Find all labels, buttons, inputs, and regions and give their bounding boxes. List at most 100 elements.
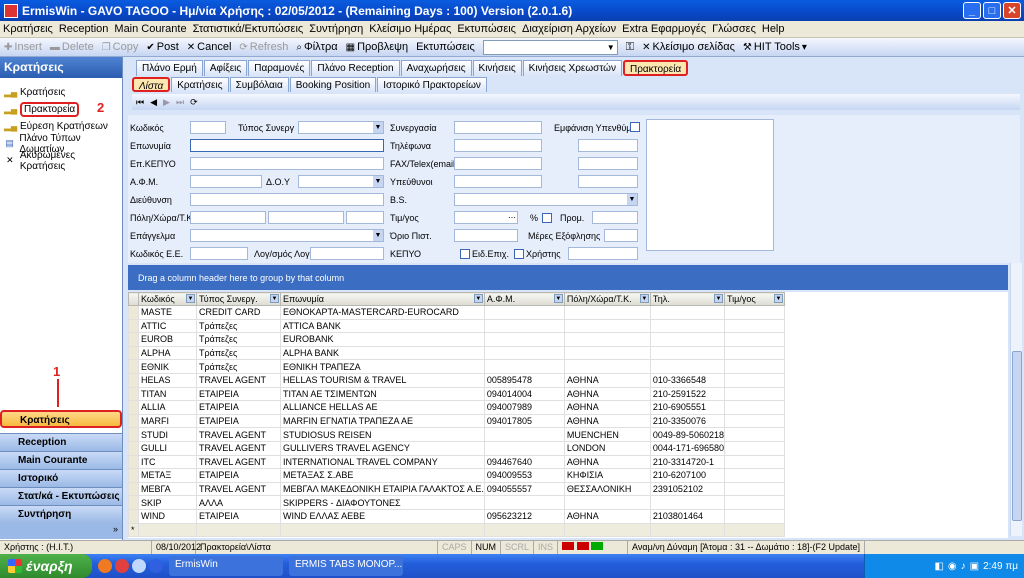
table-cell[interactable]: 094007989 bbox=[483, 400, 565, 415]
prom-field[interactable] bbox=[592, 211, 638, 224]
refresh-button[interactable]: ⟳ Refresh bbox=[239, 41, 288, 53]
close-page-button[interactable]: ✕ Κλείσιμο σελίδας bbox=[642, 41, 735, 53]
table-row[interactable]: TITAN ΕΤΑΙΡΕΙΑ ΤΙΤΑΝ ΑΕ ΤΣΙΜΕΝΤΩΝ 094014004… bbox=[128, 386, 785, 402]
menu-item-diaxeirisi[interactable]: Διαχείριση Αρχείων bbox=[522, 23, 616, 35]
table-cell[interactable]: TRAVEL AGENT bbox=[196, 372, 281, 388]
table-cell[interactable]: CREDIT CARD bbox=[196, 305, 281, 320]
table-cell[interactable] bbox=[723, 508, 785, 524]
table-cell[interactable]: 0049-89-5060218 bbox=[649, 427, 725, 442]
table-cell[interactable]: ΤΙΤΑΝ ΑΕ ΤΣΙΜΕΝΤΩΝ bbox=[280, 386, 485, 402]
table-cell[interactable] bbox=[649, 345, 725, 361]
table-cell[interactable]: MUENCHEN bbox=[563, 427, 651, 442]
table-cell[interactable]: 210-6905551 bbox=[649, 400, 725, 415]
table-cell[interactable]: TITAN bbox=[138, 386, 197, 402]
chevron-down-icon[interactable]: ▼ bbox=[713, 294, 723, 303]
table-cell[interactable]: 094055557 bbox=[483, 481, 565, 497]
table-cell[interactable]: ΜΕΤΑΞ bbox=[138, 468, 197, 483]
table-cell[interactable] bbox=[483, 332, 565, 347]
table-cell[interactable]: 005895478 bbox=[483, 372, 565, 388]
table-row[interactable]: WIND ΕΤΑΙΡΕΙΑ WIND ΕΛΛΑΣ ΑΕΒΕ 095623212 ΑΘΗΝ… bbox=[128, 508, 785, 524]
table-cell[interactable]: ALLIA bbox=[138, 400, 197, 415]
start-button[interactable]: έναρξη bbox=[0, 554, 92, 578]
table-cell[interactable]: ΑΘΗΝΑ bbox=[563, 400, 651, 415]
table-cell[interactable] bbox=[196, 522, 281, 538]
table-cell[interactable]: 094014004 bbox=[483, 386, 565, 402]
table-cell[interactable]: GULLIVERS TRAVEL AGENCY bbox=[280, 440, 485, 456]
table-cell[interactable]: 210-6207100 bbox=[649, 468, 725, 483]
volume-icon[interactable]: ♪ bbox=[961, 561, 966, 572]
tk-field[interactable] bbox=[346, 211, 384, 224]
scrollbar-thumb[interactable] bbox=[1012, 351, 1022, 521]
tilefona-field-1[interactable] bbox=[454, 139, 542, 152]
refresh-icon[interactable]: ⟳ bbox=[190, 97, 198, 108]
xora-field[interactable] bbox=[268, 211, 344, 224]
table-cell[interactable] bbox=[483, 359, 565, 374]
table-cell[interactable]: ΕΘΝΟΚΑΡΤΑ-MASTERCARD-EUROCARD bbox=[280, 305, 485, 320]
nav-footer[interactable]: » bbox=[0, 523, 122, 539]
network-icon[interactable]: ▣ bbox=[970, 561, 979, 572]
table-cell[interactable] bbox=[483, 427, 565, 442]
table-cell[interactable]: 210-2591522 bbox=[649, 386, 725, 402]
table-cell[interactable]: 210-3314720-1 bbox=[649, 454, 725, 470]
row-indicator[interactable] bbox=[128, 318, 139, 334]
table-cell[interactable]: TRAVEL AGENT bbox=[196, 427, 281, 442]
table-cell[interactable] bbox=[723, 400, 785, 415]
table-row[interactable]: MASTE CREDIT CARD ΕΘΝΟΚΑΡΤΑ-MASTERCARD-EUR… bbox=[128, 305, 785, 320]
table-cell[interactable] bbox=[563, 495, 651, 510]
table-row[interactable]: ITC TRAVEL AGENT INTERNATIONAL TRAVEL COMP… bbox=[128, 454, 785, 470]
row-indicator[interactable] bbox=[128, 372, 139, 388]
tab-lista[interactable]: Λίστα bbox=[132, 77, 171, 92]
eid-epix-checkbox[interactable] bbox=[460, 249, 470, 259]
menu-item-extra[interactable]: Extra Εφαρμογές bbox=[622, 23, 706, 35]
ie-icon[interactable] bbox=[149, 559, 163, 573]
xristis-checkbox[interactable] bbox=[514, 249, 524, 259]
table-cell[interactable] bbox=[723, 413, 785, 429]
column-header-kodikos[interactable]: Κωδικός ▼ bbox=[138, 292, 197, 306]
prints-combo[interactable]: ▼ bbox=[482, 39, 618, 55]
table-cell[interactable]: EUROB bbox=[138, 332, 197, 347]
column-header-til[interactable]: Τηλ. ▼ bbox=[649, 292, 725, 306]
table-cell[interactable]: LONDON bbox=[563, 440, 651, 456]
table-row[interactable]: GULLI TRAVEL AGENT GULLIVERS TRAVEL AGENCY… bbox=[128, 440, 785, 456]
table-row[interactable]: ΜΕΤΑΞ ΕΤΑΙΡΕΙΑ ΜΕΤΑΞΑΣ Σ.ΑΒΕ 094009553 ΚΗΦΙΣ… bbox=[128, 468, 785, 483]
table-cell[interactable]: STUDI bbox=[138, 427, 197, 442]
preview-button[interactable]: ▦ Προβλεψη bbox=[346, 41, 408, 53]
last-record-icon[interactable]: ⏭ bbox=[176, 97, 184, 108]
chevron-down-icon[interactable]: ▼ bbox=[773, 294, 783, 303]
row-indicator[interactable] bbox=[128, 508, 139, 524]
cancel-button[interactable]: ✕ Cancel bbox=[187, 41, 232, 53]
menu-item-kratiseis[interactable]: Κρατήσεις bbox=[3, 23, 53, 35]
table-cell[interactable]: ΚΗΦΙΣΙΑ bbox=[563, 468, 651, 483]
close-button[interactable]: ✕ bbox=[1003, 2, 1021, 19]
table-cell[interactable]: ATTICA BANK bbox=[280, 318, 485, 334]
table-row[interactable]: ALPHA Τράπεζες ALPHA BANK bbox=[128, 345, 785, 361]
hit-tools-button[interactable]: ⚒ HIT Tools ▾ bbox=[743, 41, 807, 53]
table-cell[interactable] bbox=[563, 305, 651, 320]
table-cell[interactable] bbox=[723, 372, 785, 388]
row-indicator[interactable] bbox=[128, 440, 139, 456]
epaggelma-select[interactable]: ▼ bbox=[190, 229, 384, 242]
table-cell[interactable]: ALPHA bbox=[138, 345, 197, 361]
table-cell[interactable]: ΑΘΗΝΑ bbox=[563, 508, 651, 524]
table-cell[interactable] bbox=[563, 318, 651, 334]
table-cell[interactable] bbox=[723, 495, 785, 510]
table-cell[interactable] bbox=[483, 522, 565, 538]
row-indicator[interactable] bbox=[128, 345, 139, 361]
table-cell[interactable]: ΑΘΗΝΑ bbox=[563, 372, 651, 388]
table-cell[interactable]: MARFIN ΕΓΝΑΤΙΑ ΤΡΑΠΕΖΑ ΑΕ bbox=[280, 413, 485, 429]
table-cell[interactable] bbox=[723, 305, 785, 320]
table-cell[interactable] bbox=[723, 440, 785, 456]
menu-item-ektyposeis[interactable]: Εκτυπώσεις bbox=[457, 23, 516, 35]
tray-icon[interactable]: ◉ bbox=[948, 561, 957, 572]
meres-field[interactable] bbox=[604, 229, 638, 242]
row-indicator[interactable] bbox=[128, 332, 139, 347]
table-cell[interactable] bbox=[649, 359, 725, 374]
column-header-afm[interactable]: Α.Φ.Μ. ▼ bbox=[483, 292, 565, 306]
table-cell[interactable]: ITC bbox=[138, 454, 197, 470]
table-cell[interactable] bbox=[723, 345, 785, 361]
tab-istoriko-praktoreion[interactable]: Ιστορικό Πρακτορείων bbox=[377, 77, 487, 92]
menu-item-reception[interactable]: Reception bbox=[59, 23, 109, 35]
tab-kiniseis[interactable]: Κινήσεις bbox=[472, 60, 522, 76]
table-cell[interactable] bbox=[723, 386, 785, 402]
kodikos-ee-field[interactable] bbox=[190, 247, 248, 260]
